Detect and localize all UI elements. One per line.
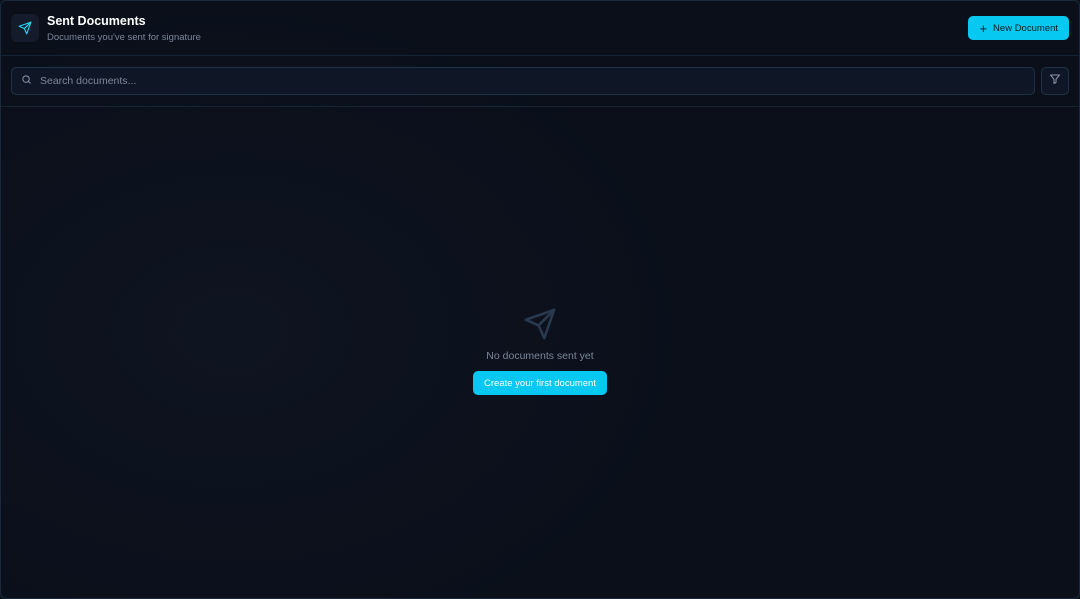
plus-icon: + [979, 20, 988, 36]
search-icon [21, 72, 32, 90]
header: Sent Documents Documents you've sent for… [1, 1, 1079, 56]
search-field[interactable] [11, 67, 1035, 95]
page-subtitle: Documents you've sent for signature [47, 31, 201, 43]
search-bar [1, 56, 1079, 107]
search-input[interactable] [40, 75, 1025, 87]
filter-button[interactable] [1041, 67, 1069, 95]
send-icon [523, 307, 557, 341]
create-first-document-button[interactable]: Create your first document [473, 371, 607, 395]
empty-state: No documents sent yet Create your first … [1, 307, 1079, 395]
title-group: Sent Documents Documents you've sent for… [11, 14, 201, 43]
app-window: Sent Documents Documents you've sent for… [0, 0, 1080, 599]
filter-icon [1049, 72, 1061, 90]
empty-message: No documents sent yet [486, 350, 594, 362]
send-icon [11, 14, 39, 42]
title-block: Sent Documents Documents you've sent for… [47, 14, 201, 43]
page-title: Sent Documents [47, 13, 146, 28]
new-document-label: New Document [993, 22, 1058, 34]
new-document-button[interactable]: + New Document [968, 16, 1069, 40]
